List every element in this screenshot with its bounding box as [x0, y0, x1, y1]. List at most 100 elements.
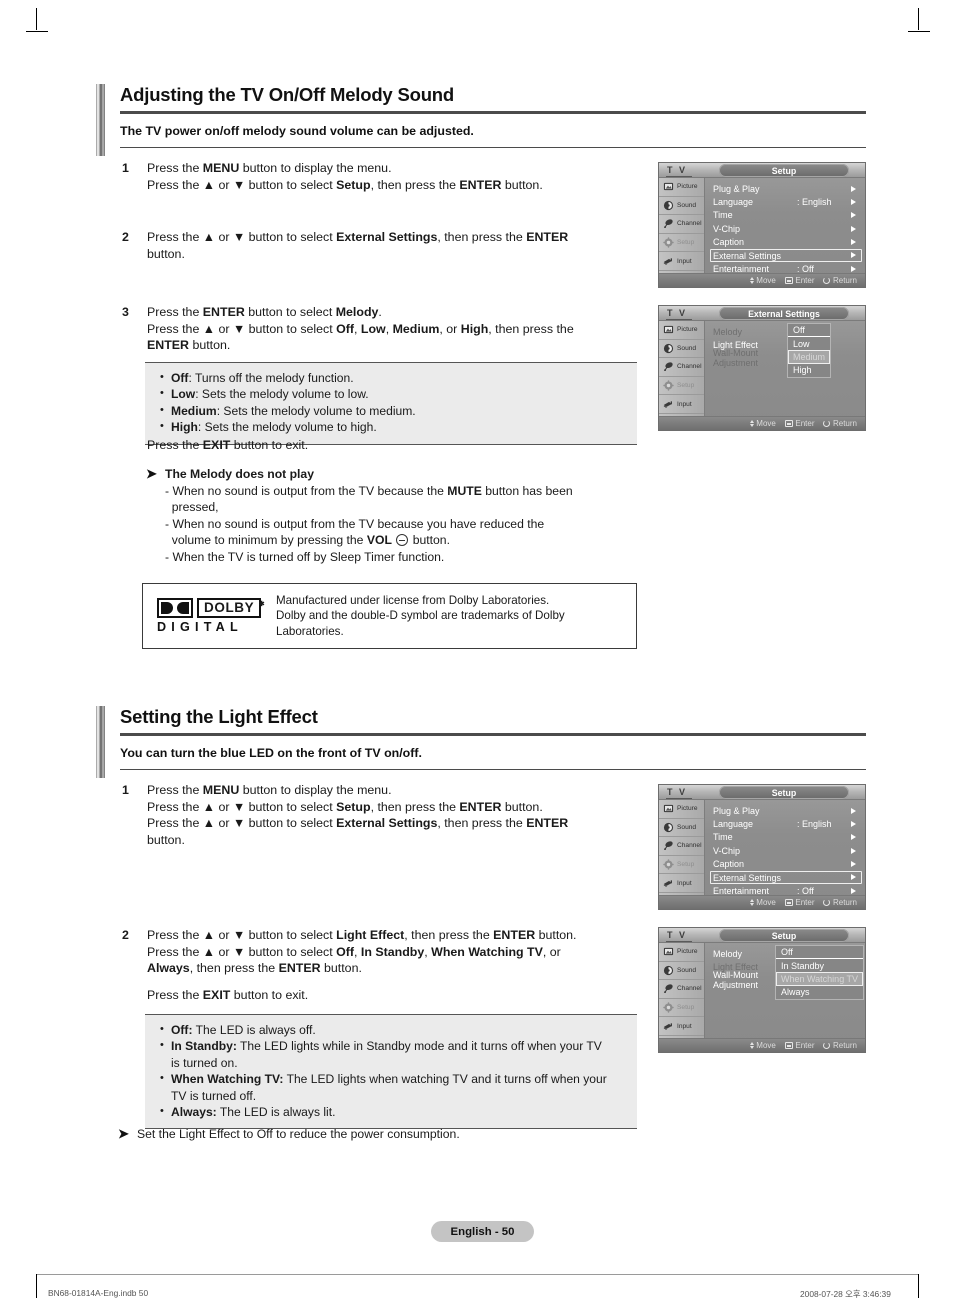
osd-dropdown-option[interactable]: In Standby: [776, 959, 863, 972]
osd-hint-move: Move: [749, 1041, 776, 1050]
osd-menu-row[interactable]: External Settings: [710, 870, 865, 885]
osd-sidebar-item-picture[interactable]: Picture: [659, 178, 704, 197]
osd-sidebar-item-sound[interactable]: Sound: [659, 197, 704, 216]
osd-hint-label: Enter: [795, 276, 815, 285]
osd-sidebar-item-channel[interactable]: Channel: [659, 215, 704, 234]
setup-icon: [663, 237, 674, 248]
double-d-symbol-icon: [157, 598, 193, 618]
osd-sidebar: Picture Sound Channel Setup Input: [659, 800, 705, 909]
osd-sidebar-item-label: Input: [677, 1022, 692, 1030]
text-line: Dolby and the double-D symbol are tradem…: [276, 609, 565, 623]
osd-menu-row[interactable]: Time: [711, 209, 865, 222]
osd-sidebar-item-input[interactable]: Input: [659, 395, 704, 414]
osd-hint-label: Return: [832, 419, 857, 428]
osd-dropdown-option[interactable]: High: [788, 364, 830, 377]
osd-sidebar-item-picture[interactable]: Picture: [659, 943, 704, 962]
osd-dropdown[interactable]: Off In Standby When Watching TV Always: [775, 945, 865, 1000]
text-line: Press the ▲ or ▼ button to select Extern…: [147, 230, 569, 244]
osd-dropdown-option[interactable]: Off: [776, 946, 864, 960]
osd-sidebar-item-input[interactable]: Input: [659, 1017, 704, 1036]
osd-sidebar-item-label: Sound: [677, 823, 697, 831]
light-effect-tip: ➤ Set the Light Effect to Off to reduce …: [118, 1126, 638, 1143]
osd-menu-row[interactable]: Time: [711, 831, 865, 844]
osd-sidebar-item-sound[interactable]: Sound: [659, 819, 704, 838]
osd-menu-row[interactable]: Language: English: [711, 195, 865, 208]
osd-sidebar-item-channel[interactable]: Channel: [659, 358, 704, 377]
osd-sidebar-item-setup[interactable]: Setup: [659, 377, 704, 396]
step-text: Press the ▲ or ▼ button to select Extern…: [147, 229, 568, 262]
osd-tv-label: T V: [667, 308, 688, 318]
osd-sidebar-item-picture[interactable]: Picture: [659, 800, 704, 819]
osd-menu-title: Setup: [719, 929, 849, 942]
chevron-right-icon: [851, 847, 856, 854]
osd-dropdown-option[interactable]: Always: [776, 986, 863, 999]
section2-exit-line: Press the EXIT button to exit.: [147, 987, 667, 1004]
step-text: Press the ▲ or ▼ button to select Light …: [147, 927, 577, 977]
osd-hint-label: Return: [832, 898, 857, 907]
section1-subtitle: The TV power on/off melody sound volume …: [120, 123, 474, 138]
channel-icon: [663, 361, 674, 372]
osd-menu-row[interactable]: Plug & Play: [711, 182, 865, 195]
osd-sidebar-item-picture[interactable]: Picture: [659, 321, 704, 340]
osd-row-value: : English: [797, 197, 832, 208]
list-item: In Standby: The LED lights while in Stan…: [159, 1037, 623, 1054]
section2-subtitle-rule: [120, 768, 866, 771]
osd-body: Picture Sound Channel Setup Input Plug & Play…: [659, 178, 865, 287]
return-icon: [823, 277, 831, 284]
osd-sidebar-item-channel[interactable]: Channel: [659, 980, 704, 999]
osd-menu-row[interactable]: External Settings: [710, 248, 865, 263]
osd-sidebar-item-input[interactable]: Input: [659, 874, 704, 893]
osd-title-bar: T V Setup: [659, 163, 865, 178]
osd-bottom-bar: Move Enter Return: [659, 416, 865, 430]
osd-sidebar-item-sound[interactable]: Sound: [659, 340, 704, 359]
osd-row-label: Melody: [713, 326, 743, 337]
text-line: button.: [147, 832, 185, 847]
osd-body: Picture Sound Channel Setup Input Plug & Play…: [659, 800, 865, 909]
osd-row-label: Plug & Play: [713, 183, 760, 194]
list-item: Medium: Sets the melody volume to medium…: [159, 402, 623, 419]
footer-filename: BN68-01814A-Eng.indb 50: [48, 1288, 149, 1298]
osd-sidebar-item-input[interactable]: Input: [659, 252, 704, 271]
osd-sidebar-item-label: Picture: [677, 948, 698, 956]
osd-dropdown[interactable]: Off Low Medium High: [787, 323, 832, 378]
crop-mark-top-right: [918, 8, 919, 30]
osd-dropdown-option[interactable]: Low: [788, 337, 830, 350]
osd-menu-row[interactable]: V-Chip: [711, 844, 865, 857]
osd-sidebar-item-setup[interactable]: Setup: [659, 999, 704, 1018]
osd-menu-row[interactable]: V-Chip: [711, 222, 865, 235]
step-number: 1: [122, 161, 129, 175]
return-icon: [823, 420, 831, 427]
osd-sidebar-item-channel[interactable]: Channel: [659, 837, 704, 856]
dolby-notice-box: DOLBY ✱ DIGITAL Manufactured under licen…: [142, 583, 637, 649]
step-number: 3: [122, 305, 129, 319]
list-item: Off: The LED is always off.: [159, 1021, 623, 1038]
osd-menu-row[interactable]: Language: English: [711, 817, 865, 830]
section2-step-1: 1 Press the MENU button to display the m…: [122, 782, 662, 848]
osd-row-label: Time: [713, 832, 733, 843]
list-item: Off: Turns off the melody function.: [159, 369, 623, 386]
osd-sidebar-item-setup[interactable]: Setup: [659, 234, 704, 253]
osd-sidebar-item-setup[interactable]: Setup: [659, 856, 704, 875]
step-text: Press the MENU button to display the men…: [147, 160, 543, 193]
dolby-license-text: Manufactured under license from Dolby La…: [276, 593, 565, 639]
osd-dropdown-option[interactable]: When Watching TV: [776, 972, 864, 986]
chevron-right-icon: [851, 185, 856, 192]
osd-sidebar-item-sound[interactable]: Sound: [659, 962, 704, 981]
step-text: Press the MENU button to display the men…: [147, 782, 568, 848]
updown-arrows-icon: [749, 277, 754, 284]
section2-step-2: 2 Press the ▲ or ▼ button to select Ligh…: [122, 927, 662, 977]
dolby-wordmark-text: DOLBY: [204, 600, 255, 615]
osd-menu-row[interactable]: Plug & Play: [711, 804, 865, 817]
osd-tv-label: T V: [667, 787, 688, 797]
osd-dropdown-option[interactable]: Off: [788, 324, 831, 338]
section2-title-rule: [120, 733, 866, 736]
tip-items: - When no sound is output from the TV be…: [165, 483, 573, 566]
osd-dropdown-option[interactable]: Medium: [788, 350, 831, 364]
osd-menu-row[interactable]: Caption: [711, 858, 865, 871]
channel-icon: [663, 840, 674, 851]
chevron-right-icon: [851, 225, 856, 232]
osd-menu-row[interactable]: Caption: [711, 236, 865, 249]
osd-sidebar-item-label: Sound: [677, 966, 697, 974]
section1-step-2: 2 Press the ▲ or ▼ button to select Exte…: [122, 229, 662, 262]
osd-sidebar-item-label: Setup: [677, 382, 695, 390]
